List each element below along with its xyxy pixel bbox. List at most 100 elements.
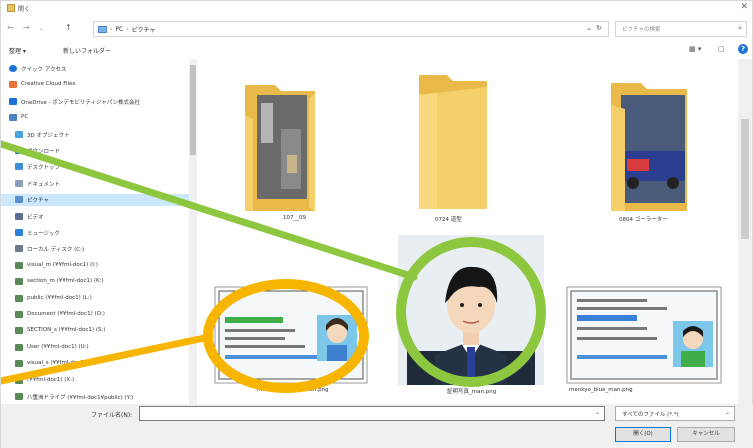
video-icon bbox=[15, 212, 23, 220]
open-button[interactable]: 開く(O) bbox=[615, 427, 671, 442]
dialog-icon bbox=[7, 4, 15, 12]
breadcrumb-pc[interactable]: PC bbox=[115, 26, 123, 33]
refresh-icon[interactable]: ↻ bbox=[591, 21, 607, 37]
filetype-dropdown-icon[interactable]: ⌄ bbox=[725, 409, 730, 416]
sidebar-item[interactable]: SECTION_s (¥¥fml-doc1) (S:) bbox=[1, 325, 189, 337]
recent-locations-icon[interactable]: ⌄ bbox=[39, 25, 44, 32]
address-bar[interactable]: › PC › ピクチャ ⌄ bbox=[93, 21, 609, 37]
sidebar-item[interactable]: ピクチャ bbox=[1, 194, 189, 207]
file-view-scroll-thumb[interactable] bbox=[741, 119, 749, 239]
file-tile-0724[interactable] bbox=[419, 75, 487, 209]
sidebar-item[interactable]: public (¥¥fml-doc1) (L:) bbox=[1, 293, 189, 305]
cube-icon bbox=[15, 130, 23, 138]
star-icon bbox=[9, 65, 17, 72]
file-name-label: 証明写真_man.png bbox=[447, 389, 497, 395]
view-options-icon[interactable]: ▦ ▾ bbox=[689, 45, 701, 53]
sidebar-item-label: PC bbox=[21, 114, 29, 121]
sidebar-item-label: ピクチャ bbox=[27, 198, 49, 205]
sidebar-item[interactable]: visual_s (¥¥fml-doc1) (V:) bbox=[1, 358, 189, 370]
sidebar-item[interactable]: ダウンロード bbox=[1, 145, 189, 157]
file-view: 107__09 0724 道型 0804 ゴーラーター 証明写真_man.png… bbox=[197, 59, 742, 404]
cancel-button[interactable]: キャンセル bbox=[677, 427, 735, 442]
up-icon[interactable]: ↑ bbox=[65, 23, 72, 32]
filename-label: ファイル名(N): bbox=[91, 412, 133, 419]
sidebar-item[interactable]: visual_m (¥¥fml-doc1) (I:) bbox=[1, 260, 189, 272]
back-icon[interactable]: ← bbox=[7, 23, 14, 32]
file-name-label: 0804 ゴーラーター bbox=[619, 217, 668, 223]
sidebar-item-label: 3D オブジェクト bbox=[27, 132, 70, 139]
creative-cloud-icon bbox=[9, 81, 17, 89]
music-icon bbox=[15, 229, 23, 236]
search-placeholder: ピクチャの検索 bbox=[622, 27, 661, 33]
file-tile-id-photo-man[interactable] bbox=[398, 235, 544, 385]
sidebar-item-label: ダウンロード bbox=[27, 149, 61, 155]
sidebar-item[interactable]: section_m (¥¥fml-doc1) (K:) bbox=[1, 276, 189, 288]
organize-button[interactable]: 整理 ▾ bbox=[9, 46, 26, 55]
file-tile-menkyo-woman[interactable] bbox=[214, 286, 368, 384]
file-tile-107-09[interactable] bbox=[245, 85, 315, 211]
window-title: 開く bbox=[18, 6, 31, 13]
new-folder-button[interactable]: 新しいフォルダー bbox=[63, 46, 111, 55]
file-name-label: 0724 道型 bbox=[435, 217, 462, 223]
sidebar-item-label: User (¥¥fml-doc1) (U:) bbox=[27, 343, 89, 350]
file-name-label: menkyo_blue_women.png bbox=[257, 387, 329, 393]
sidebar-item[interactable]: 八重洲ドライブ (¥¥fml-doc1¥public) (Y:) bbox=[1, 391, 189, 403]
sidebar-item[interactable]: OneDrive - ボンデモビリティジャパン株式会社 bbox=[1, 96, 189, 108]
sidebar-item[interactable]: (¥¥fml-doc1) (X:) bbox=[1, 375, 189, 387]
disk-icon bbox=[15, 245, 23, 253]
network-drive-icon bbox=[15, 278, 23, 286]
breadcrumb-pictures[interactable]: ピクチャ bbox=[132, 25, 156, 34]
sidebar-item-label: ミュージック bbox=[27, 231, 60, 237]
sidebar-item[interactable]: ローカル ディスク (C:) bbox=[1, 243, 189, 255]
sidebar-item[interactable]: User (¥¥fml-doc1) (U:) bbox=[1, 342, 189, 354]
file-view-scrollbar[interactable] bbox=[738, 59, 752, 404]
sidebar-item[interactable]: クイック アクセス bbox=[1, 63, 189, 75]
network-drive-icon bbox=[15, 311, 23, 318]
file-tile-0804[interactable] bbox=[611, 83, 687, 211]
sidebar-item[interactable]: ミュージック bbox=[1, 227, 189, 239]
network-drive-icon bbox=[15, 294, 23, 302]
sidebar-item[interactable]: PC bbox=[1, 112, 189, 124]
sidebar-scrollbar[interactable] bbox=[189, 59, 197, 404]
network-drive-icon bbox=[15, 360, 23, 368]
search-box[interactable]: ピクチャの検索 ⌕ bbox=[615, 21, 747, 37]
sidebar-item[interactable]: Document (¥¥fml-doc1) (O:) bbox=[1, 309, 189, 321]
file-tile-menkyo-man[interactable] bbox=[566, 286, 722, 384]
network-drive-icon bbox=[15, 327, 23, 335]
help-icon[interactable]: ? bbox=[738, 44, 748, 54]
navigation-bar: ← → ⌄ ↑ › PC › ピクチャ ⌄ ↻ ピクチャの検索 ⌕ bbox=[1, 18, 753, 40]
forward-icon[interactable]: → bbox=[23, 23, 30, 32]
network-drive-icon bbox=[15, 376, 23, 384]
sidebar-item[interactable]: ドキュメント bbox=[1, 178, 189, 190]
sidebar-item[interactable]: 3D オブジェクト bbox=[1, 129, 189, 141]
file-name-label: menkyo_blue_man.png bbox=[569, 387, 633, 393]
preview-pane-icon[interactable]: ▢ bbox=[718, 45, 725, 53]
file-tiles-canvas bbox=[214, 75, 722, 385]
sidebar-item[interactable]: デスクトップ bbox=[1, 161, 189, 173]
title-bar: 開く ✕ bbox=[1, 1, 753, 17]
file-name-label: 107__09 bbox=[283, 215, 306, 221]
open-file-dialog: 開く ✕ ← → ⌄ ↑ › PC › ピクチャ ⌄ ↻ ピクチャの検索 ⌕ 整… bbox=[0, 0, 753, 448]
close-icon[interactable]: ✕ bbox=[740, 2, 748, 12]
dialog-footer: ファイル名(N): ⌄ すべてのファイル (*.*) ⌄ 開く(O) キャンセル bbox=[1, 404, 753, 448]
sidebar-item-label: public (¥¥fml-doc1) (L:) bbox=[27, 294, 92, 301]
sidebar-item-label: クイック アクセス bbox=[21, 67, 67, 73]
sidebar-item-label: (¥¥fml-doc1) (X:) bbox=[27, 376, 75, 383]
pictures-folder-icon bbox=[98, 25, 107, 33]
document-icon bbox=[15, 179, 23, 187]
pc-icon bbox=[9, 114, 17, 122]
search-icon[interactable]: ⌕ bbox=[738, 24, 742, 33]
filetype-select[interactable]: すべてのファイル (*.*) ⌄ bbox=[615, 406, 735, 421]
sidebar-item-label: visual_s (¥¥fml-doc1) (V:) bbox=[27, 360, 98, 367]
sidebar-scroll-thumb[interactable] bbox=[190, 65, 196, 155]
filename-dropdown-icon[interactable]: ⌄ bbox=[595, 409, 600, 416]
sidebar-item-label: OneDrive - ボンデモビリティジャパン株式会社 bbox=[21, 99, 141, 106]
filename-input[interactable]: ⌄ bbox=[139, 406, 605, 421]
network-drive-icon bbox=[15, 261, 23, 269]
sidebar-item[interactable]: Creative Cloud Files bbox=[1, 79, 189, 91]
network-drive-icon bbox=[15, 343, 23, 351]
sidebar-item[interactable]: ビデオ bbox=[1, 211, 189, 223]
sidebar-item-label: SECTION_s (¥¥fml-doc1) (S:) bbox=[27, 327, 106, 334]
onedrive-icon bbox=[9, 97, 17, 105]
sidebar-item-label: ドキュメント bbox=[27, 181, 61, 188]
